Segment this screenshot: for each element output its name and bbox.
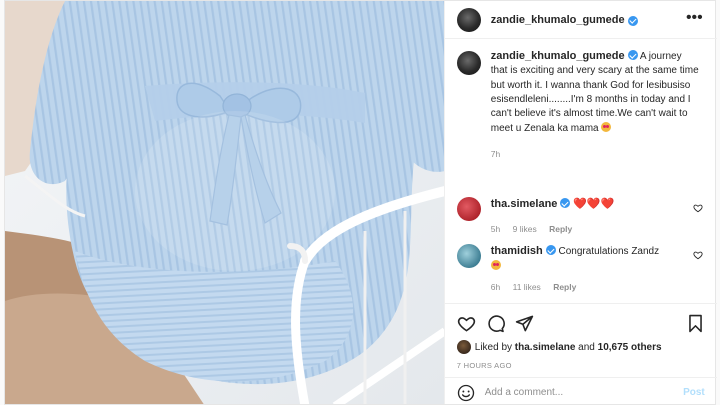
comment-body: thamidish Congratulations Zandz 6h 11 li… (490, 244, 671, 294)
share-paper-plane-icon[interactable] (515, 314, 534, 333)
more-horizontal-icon[interactable]: ••• (686, 10, 703, 26)
caption-body: zandie_khumalo_gumede A journey that is … (491, 49, 701, 161)
post-side-panel: zandie_khumalo_gumede ••• zandie_khumalo… (443, 1, 717, 405)
caption-text: A journey that is exciting and very scar… (490, 51, 699, 135)
instagram-post: zandie_khumalo_gumede ••• zandie_khumalo… (4, 0, 717, 405)
post-header: zandie_khumalo_gumede ••• (444, 1, 717, 39)
posted-ago[interactable]: 7 HOURS AGO (457, 361, 705, 370)
post-comment-button[interactable]: Post (683, 387, 705, 398)
comment-likes[interactable]: 9 likes (513, 224, 537, 234)
liked-by: Liked by tha.simelane and 10,675 others (456, 340, 705, 354)
liked-by-middle: and (578, 341, 595, 353)
verified-badge-icon (560, 198, 571, 208)
action-icons (457, 312, 705, 334)
author-avatar[interactable] (456, 7, 481, 32)
save-bookmark-icon[interactable] (686, 314, 705, 333)
verified-badge-icon (627, 15, 638, 26)
like-heart-icon[interactable] (457, 314, 476, 333)
comment-text: Congratulations Zandz (558, 246, 660, 257)
liked-by-count[interactable]: 10,675 others (598, 342, 662, 353)
verified-badge-icon (545, 245, 556, 255)
verified-badge-icon (627, 50, 638, 60)
add-comment-bar: Add a comment... Post (444, 377, 717, 405)
heart-eyes-emoji-icon (490, 260, 501, 270)
comment-like-heart-icon[interactable] (693, 203, 703, 213)
comment-hearts: ❤️❤️❤️ (573, 198, 615, 210)
author-username[interactable]: zandie_khumalo_gumede (491, 14, 625, 26)
comment-meta: 5h 9 likes Reply (491, 222, 671, 236)
comment-like-heart-icon[interactable] (693, 250, 703, 260)
comment-likes[interactable]: 11 likes (513, 282, 541, 292)
commenter-username[interactable]: tha.simelane (491, 198, 558, 210)
comment-time[interactable]: 6h (491, 282, 500, 292)
comment-meta: 6h 11 likes Reply (491, 280, 671, 294)
liked-by-prefix: Liked by (474, 341, 513, 353)
comment-item: thamidish Congratulations Zandz 6h 11 li… (456, 244, 707, 294)
comment-bubble-icon[interactable] (486, 314, 505, 333)
photo-pregnant-woman-blue-knit-dress (5, 1, 444, 404)
liked-by-user[interactable]: tha.simelane (515, 342, 576, 353)
reply-button[interactable]: Reply (549, 224, 572, 234)
comments-section: zandie_khumalo_gumede A journey that is … (445, 49, 717, 161)
commenter-avatar[interactable] (456, 244, 481, 268)
post-actions: Liked by tha.simelane and 10,675 others … (444, 303, 717, 370)
post-photo[interactable] (5, 1, 444, 404)
caption-avatar[interactable] (456, 51, 481, 75)
emoji-smiley-icon[interactable] (457, 384, 475, 402)
commenter-username[interactable]: thamidish (491, 245, 543, 257)
caption-time[interactable]: 7h (491, 147, 701, 161)
caption-username[interactable]: zandie_khumalo_gumede (491, 50, 625, 62)
reply-button[interactable]: Reply (553, 282, 576, 292)
comment-time[interactable]: 5h (491, 224, 500, 234)
caption: zandie_khumalo_gumede A journey that is … (456, 49, 705, 161)
comment-body: tha.simelane ❤️❤️❤️ 5h 9 likes Reply (491, 197, 671, 236)
heart-eyes-emoji-icon (601, 122, 612, 133)
commenter-avatar[interactable] (456, 197, 481, 221)
comment-item: tha.simelane ❤️❤️❤️ 5h 9 likes Reply (456, 197, 707, 236)
add-comment-input[interactable]: Add a comment... (485, 387, 563, 398)
liked-by-avatar[interactable] (456, 340, 471, 354)
